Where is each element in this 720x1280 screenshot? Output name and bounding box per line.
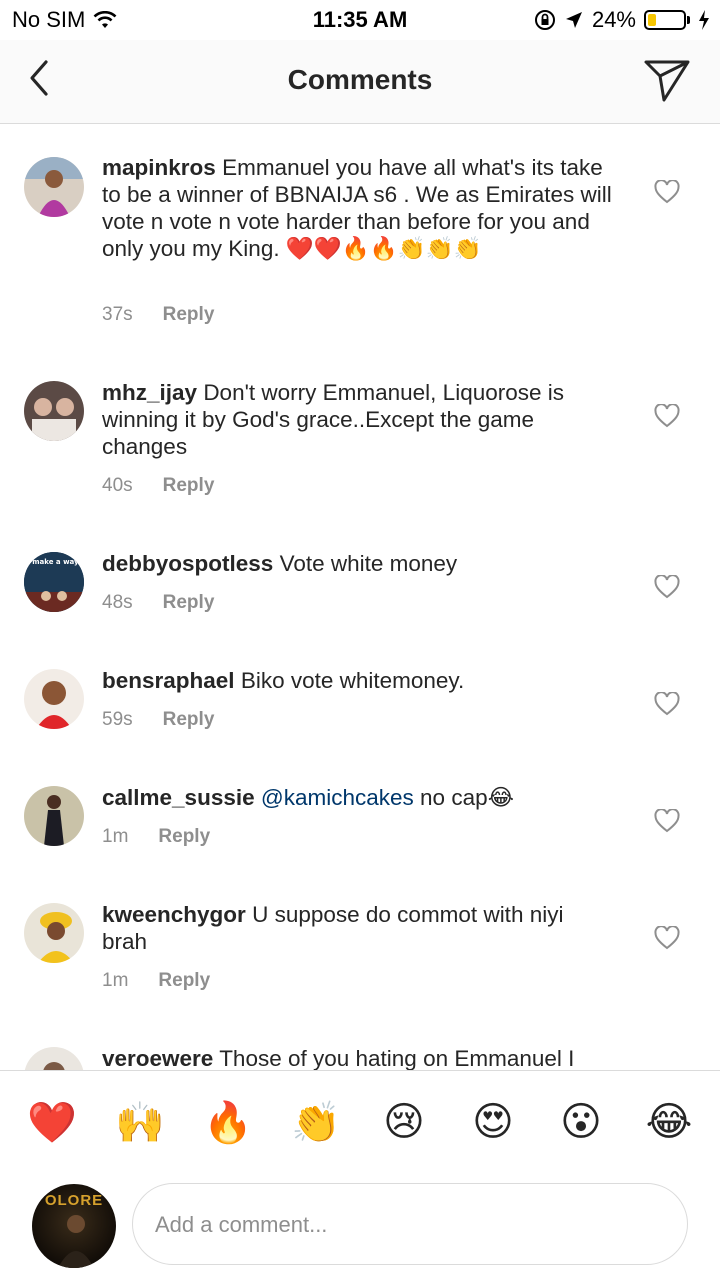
comment-username[interactable]: mhz_ijay bbox=[102, 380, 197, 405]
comment-text: veroewere Those of you hating on Emmanue… bbox=[102, 1045, 612, 1070]
comment-body: Those of you hating on Emmanuel I bbox=[219, 1046, 575, 1070]
reaction-crying[interactable]: 😢 bbox=[376, 1099, 432, 1145]
rotation-lock-icon bbox=[534, 10, 555, 30]
comment-input[interactable] bbox=[155, 1206, 655, 1244]
comment-time: 48s bbox=[102, 592, 133, 613]
battery-icon bbox=[644, 10, 690, 30]
comments-list[interactable]: mapinkros Emmanuel you have all what's i… bbox=[0, 125, 720, 1070]
comment-text: bensraphael Biko vote whitemoney. bbox=[102, 667, 612, 694]
comment-username[interactable]: mapinkros bbox=[102, 155, 216, 180]
heart-icon[interactable] bbox=[654, 575, 680, 599]
status-bar: No SIM 11:35 AM 24% bbox=[0, 0, 720, 40]
nav-header: Comments bbox=[0, 40, 720, 124]
comment-meta: 48s Reply bbox=[102, 592, 214, 614]
avatar[interactable] bbox=[24, 903, 84, 963]
comment-body: Vote white money bbox=[279, 551, 458, 576]
heart-icon[interactable] bbox=[654, 926, 680, 950]
comment-meta: 40s Reply bbox=[102, 475, 214, 497]
heart-icon[interactable] bbox=[654, 692, 680, 716]
reaction-heart-eyes[interactable]: 😍 bbox=[465, 1099, 521, 1145]
avatar[interactable] bbox=[24, 786, 84, 846]
reply-button[interactable]: Reply bbox=[158, 970, 210, 992]
reaction-clap[interactable]: 👏 bbox=[288, 1099, 344, 1146]
comment-meta: 1m Reply bbox=[102, 970, 210, 992]
reply-button[interactable]: Reply bbox=[158, 826, 210, 848]
heart-icon[interactable] bbox=[654, 180, 680, 204]
comment-meta: 37s Reply bbox=[102, 304, 214, 326]
comment-mention[interactable]: @kamichcakes bbox=[261, 785, 414, 810]
comment-text: debbyospotless Vote white money bbox=[102, 550, 612, 577]
reaction-raised-hands[interactable]: 🙌 bbox=[112, 1099, 168, 1146]
avatar[interactable]: GOD will make a way for you. bbox=[24, 552, 84, 612]
avatar[interactable] bbox=[24, 669, 84, 729]
reaction-surprised[interactable]: 😮 bbox=[553, 1099, 609, 1145]
avatar-caption: GOD will make a way for you. bbox=[24, 558, 84, 566]
comment-time: 1m bbox=[102, 826, 129, 847]
reaction-heart[interactable]: ❤️ bbox=[24, 1099, 80, 1146]
location-arrow-icon bbox=[565, 12, 582, 28]
avatar[interactable] bbox=[24, 381, 84, 441]
avatar[interactable] bbox=[24, 1047, 84, 1070]
comment-body: no cap😂 bbox=[420, 785, 514, 810]
comment-username[interactable]: debbyospotless bbox=[102, 551, 273, 576]
page-title: Comments bbox=[287, 64, 433, 95]
reply-button[interactable]: Reply bbox=[163, 304, 215, 326]
comment-text: callme_sussie @kamichcakes no cap😂 bbox=[102, 784, 612, 811]
reply-button[interactable]: Reply bbox=[163, 475, 215, 497]
comment-text: mapinkros Emmanuel you have all what's i… bbox=[102, 154, 612, 262]
status-right: 24% bbox=[534, 7, 710, 33]
comment-username[interactable]: bensraphael bbox=[102, 668, 235, 693]
reaction-fire[interactable]: 🔥 bbox=[200, 1099, 256, 1146]
comment-text: kweenchygor U suppose do commot with niy… bbox=[102, 901, 612, 955]
comment-time: 37s bbox=[102, 304, 133, 325]
reply-button[interactable]: Reply bbox=[163, 709, 215, 731]
comment-time: 59s bbox=[102, 709, 133, 730]
comment-text: mhz_ijay Don't worry Emmanuel, Liquorose… bbox=[102, 379, 612, 460]
paper-plane-icon[interactable] bbox=[642, 54, 692, 104]
comment-time: 1m bbox=[102, 970, 129, 991]
comment-meta: 59s Reply bbox=[102, 709, 214, 731]
comment-input-box[interactable] bbox=[132, 1183, 688, 1265]
heart-icon[interactable] bbox=[654, 404, 680, 428]
avatar[interactable] bbox=[24, 157, 84, 217]
user-avatar[interactable]: OLORE bbox=[32, 1184, 116, 1268]
comment-body: Biko vote whitemoney. bbox=[240, 668, 465, 693]
comment-username[interactable]: callme_sussie bbox=[102, 785, 255, 810]
reply-button[interactable]: Reply bbox=[163, 592, 215, 614]
comment-time: 40s bbox=[102, 475, 133, 496]
heart-icon[interactable] bbox=[654, 809, 680, 833]
quick-reactions-bar: ❤️ 🙌 🔥 👏 😢 😍 😮 😂 bbox=[0, 1070, 720, 1180]
comment-composer: OLORE bbox=[0, 1180, 720, 1280]
reaction-laughing[interactable]: 😂 bbox=[641, 1099, 697, 1145]
comment-username[interactable]: veroewere bbox=[102, 1046, 213, 1070]
battery-percent: 24% bbox=[591, 7, 636, 32]
charging-bolt-icon bbox=[699, 10, 709, 30]
comment-meta: 1m Reply bbox=[102, 826, 210, 848]
comment-username[interactable]: kweenchygor bbox=[102, 902, 246, 927]
